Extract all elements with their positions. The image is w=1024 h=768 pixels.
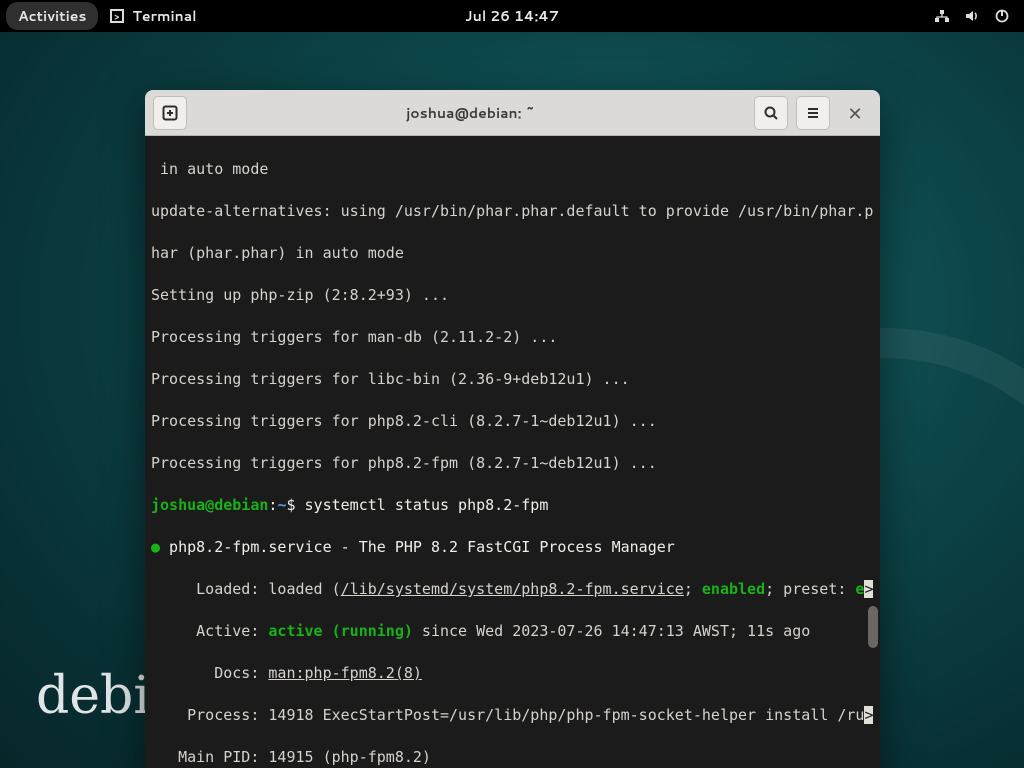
unit-path: /lib/systemd/system/php8.2-fpm.service	[341, 580, 684, 598]
active-state: active (running)	[268, 622, 413, 640]
output-line: update-alternatives: using /usr/bin/phar…	[145, 201, 880, 222]
field-value: ;	[684, 580, 702, 598]
prompt-userhost: joshua@debian	[151, 496, 268, 514]
status-loaded: Loaded: loaded (/lib/systemd/system/php8…	[145, 579, 880, 600]
typed-command: systemctl status php8.2-fpm	[305, 496, 549, 514]
hamburger-menu-button[interactable]	[796, 96, 830, 130]
output-line: Setting up php-zip (2:8.2+93) ...	[145, 285, 880, 306]
truncation-icon: >	[864, 706, 873, 724]
status-dot-icon: ●	[151, 538, 160, 556]
field-value: since Wed 2023-07-26 14:47:13 AWST; 11s …	[413, 622, 810, 640]
prompt-dollar: $	[286, 496, 304, 514]
gnome-topbar: Activities Terminal Jul 26 14:47	[0, 0, 1024, 32]
field-label: Docs:	[151, 664, 268, 682]
field-label: Process:	[151, 706, 268, 724]
status-header: ● php8.2-fpm.service - The PHP 8.2 FastC…	[145, 537, 880, 558]
field-value: loaded (	[268, 580, 340, 598]
output-line: Processing triggers for libc-bin (2.36-9…	[145, 369, 880, 390]
status-active: Active: active (running) since Wed 2023-…	[145, 621, 880, 642]
clock[interactable]: Jul 26 14:47	[465, 6, 559, 26]
search-button[interactable]	[754, 96, 788, 130]
plus-in-square-icon	[162, 105, 178, 121]
output-line: har (phar.phar) in auto mode	[145, 243, 880, 264]
titlebar[interactable]: joshua@debian: ~ ✕	[145, 90, 880, 136]
terminal-window: joshua@debian: ~ ✕ in auto mode update-a…	[145, 90, 880, 768]
network-icon	[934, 8, 950, 24]
scrollbar-thumb[interactable]	[868, 606, 878, 648]
new-tab-button[interactable]	[153, 96, 187, 130]
field-label: Loaded:	[151, 580, 268, 598]
activities-button[interactable]: Activities	[6, 2, 98, 30]
output-line: Processing triggers for php8.2-cli (8.2.…	[145, 411, 880, 432]
field-value: 14918 ExecStartPost=/usr/lib/php/php-fpm…	[268, 706, 864, 724]
app-menu-label: Terminal	[132, 6, 196, 26]
output-line: Processing triggers for php8.2-fpm (8.2.…	[145, 453, 880, 474]
status-header-text: php8.2-fpm.service - The PHP 8.2 FastCGI…	[160, 538, 675, 556]
search-icon	[763, 105, 779, 121]
output-line: in auto mode	[145, 159, 880, 180]
terminal-icon	[110, 9, 124, 23]
close-button[interactable]: ✕	[838, 96, 872, 130]
output-line: Processing triggers for man-db (2.11.2-2…	[145, 327, 880, 348]
close-icon: ✕	[847, 100, 862, 126]
window-title: joshua@debian: ~	[195, 103, 746, 123]
enabled-state: enabled	[702, 580, 765, 598]
field-label: Active:	[151, 622, 268, 640]
prompt-line: joshua@debian:~$ systemctl status php8.2…	[145, 495, 880, 516]
field-value: ; preset:	[765, 580, 855, 598]
terminal-output[interactable]: in auto mode update-alternatives: using …	[145, 136, 880, 768]
hamburger-icon	[805, 105, 821, 121]
field-value: 14915 (php-fpm8.2)	[268, 748, 431, 766]
app-menu[interactable]: Terminal	[110, 6, 196, 26]
field-label: Main PID:	[151, 748, 268, 766]
truncation-icon: >	[864, 580, 873, 598]
status-docs: Docs: man:php-fpm8.2(8)	[145, 663, 880, 684]
power-icon	[994, 8, 1010, 24]
system-tray[interactable]	[934, 8, 1024, 24]
docs-link: man:php-fpm8.2(8)	[268, 664, 422, 682]
status-mainpid: Main PID: 14915 (php-fpm8.2)	[145, 747, 880, 768]
status-process: Process: 14918 ExecStartPost=/usr/lib/ph…	[145, 705, 880, 726]
volume-icon	[964, 8, 980, 24]
